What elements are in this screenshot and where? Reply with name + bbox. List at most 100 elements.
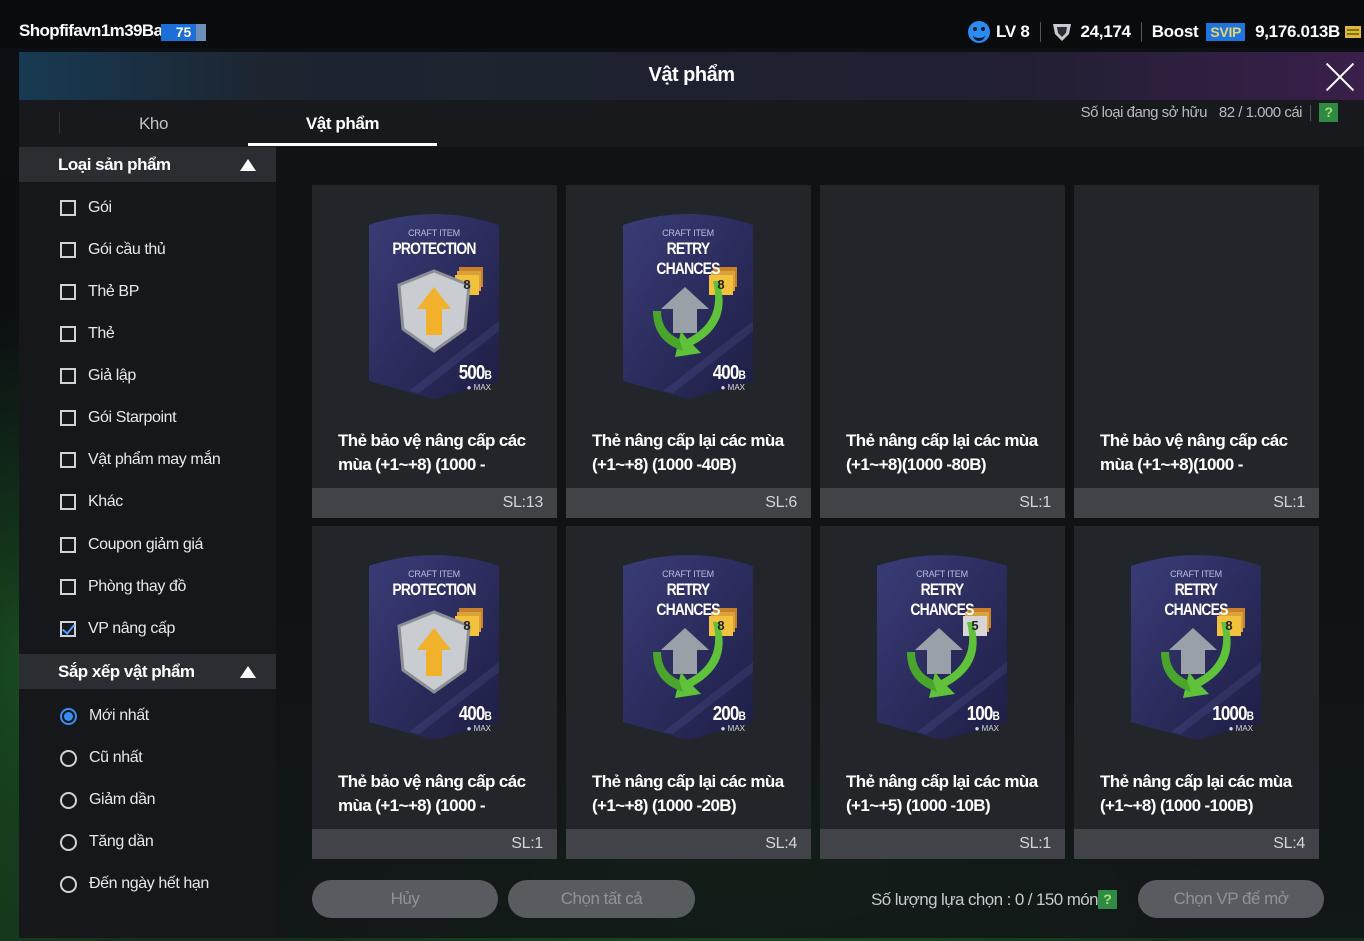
sort-label: Giảm dần bbox=[89, 791, 156, 808]
max-label: ● MAX bbox=[466, 724, 491, 733]
item-card[interactable]: CRAFT ITEM RETRY CHANCES 8 1000B ● MAX Thẻ nâ… bbox=[1074, 526, 1319, 859]
card-value-number: 400 bbox=[712, 362, 740, 384]
filter-goi-starpoint[interactable]: Gói Starpoint bbox=[60, 406, 177, 430]
item-type-label: PROTECTION bbox=[392, 239, 476, 258]
smiley-icon bbox=[968, 21, 991, 43]
item-quantity: SL:13 bbox=[502, 494, 544, 511]
item-card[interactable]: CRAFT ITEM RETRY CHANCES 8 400B ● MAX Thẻ nân… bbox=[566, 185, 811, 518]
radio-selected[interactable] bbox=[60, 707, 77, 725]
item-card[interactable]: CRAFT ITEM RETRY CHANCES 5 100B ● MAX Thẻ nân… bbox=[820, 526, 1065, 859]
filter-vat-pham-may-man[interactable]: Vật phẩm may mắn bbox=[60, 448, 221, 472]
product-type-title: Loại sản phẩm bbox=[58, 155, 171, 174]
open-items-button[interactable]: Chọn VP để mở bbox=[1138, 880, 1324, 918]
card-value: 200B bbox=[712, 703, 746, 726]
card-value-number: 100 bbox=[966, 703, 994, 725]
item-type-label: RETRY CHANCES bbox=[1164, 580, 1228, 619]
item-card[interactable]: Thẻ nâng cấp lại các mùa (+1~+8)(1000 -8… bbox=[820, 185, 1065, 518]
sort-header[interactable]: Sắp xếp vật phẩm bbox=[19, 654, 276, 689]
radio[interactable] bbox=[60, 791, 77, 809]
product-type-header[interactable]: Loại sản phẩm bbox=[19, 147, 276, 182]
sort-newest[interactable]: Mới nhất bbox=[60, 704, 149, 728]
checkbox[interactable] bbox=[60, 452, 76, 468]
item-type-label: RETRY CHANCES bbox=[656, 580, 720, 619]
tab-vat-pham[interactable]: Vật phẩm bbox=[248, 100, 437, 147]
sort-label: Mới nhất bbox=[89, 707, 149, 724]
upgrade-level-badge: 8 bbox=[717, 277, 725, 292]
checkbox[interactable] bbox=[60, 200, 76, 216]
checkbox[interactable] bbox=[60, 368, 76, 384]
card-value-unit: B bbox=[738, 368, 745, 382]
filter-goi[interactable]: Gói bbox=[60, 196, 112, 220]
filter-khac[interactable]: Khác bbox=[60, 490, 123, 514]
item-card[interactable]: CRAFT ITEM PROTECTION 8 500B ● MAX Thẻ bảo vệ… bbox=[312, 185, 557, 518]
filter-sidebar: Loại sản phẩm Gói Gói cầu thủ Thẻ BP Thẻ… bbox=[19, 147, 276, 938]
close-button[interactable] bbox=[1322, 58, 1358, 94]
filter-label: Coupon giảm giá bbox=[88, 536, 203, 553]
tab-kho[interactable]: Kho bbox=[59, 100, 248, 147]
sort-oldest[interactable]: Cũ nhất bbox=[60, 746, 143, 770]
item-footer: SL:13 bbox=[312, 488, 557, 518]
filter-label: Vật phẩm may mắn bbox=[88, 451, 221, 468]
filter-coupon[interactable]: Coupon giảm giá bbox=[60, 533, 203, 557]
checkbox[interactable] bbox=[60, 494, 76, 510]
checkbox[interactable] bbox=[60, 579, 76, 595]
item-card[interactable]: Thẻ bảo vệ nâng cấp các mùa (+1~+8)(1000… bbox=[1074, 185, 1319, 518]
radio[interactable] bbox=[60, 749, 77, 767]
craft-item-label: CRAFT ITEM bbox=[662, 228, 714, 238]
filter-the-bp[interactable]: Thẻ BP bbox=[60, 280, 139, 304]
checkbox[interactable] bbox=[60, 326, 76, 342]
radio[interactable] bbox=[60, 875, 77, 893]
card-value-unit: B bbox=[992, 709, 999, 723]
card-value-number: 200 bbox=[712, 703, 740, 725]
boost-label: Boost bbox=[1151, 22, 1199, 41]
checkbox-checked[interactable] bbox=[60, 621, 76, 637]
card-value: 100B bbox=[966, 703, 1000, 726]
sort-ascending[interactable]: Tăng dần bbox=[60, 830, 154, 854]
card-value-unit: B bbox=[484, 709, 491, 723]
card-value: 1000B bbox=[1212, 703, 1254, 726]
filter-vp-nang-cap[interactable]: VP nâng cấp bbox=[60, 617, 175, 641]
sort-expiry[interactable]: Đến ngày hết hạn bbox=[60, 872, 209, 896]
item-type-label: RETRY CHANCES bbox=[910, 580, 974, 619]
item-card[interactable]: CRAFT ITEM PROTECTION 8 400B ● MAX Thẻ bảo vệ… bbox=[312, 526, 557, 859]
craft-item-label: CRAFT ITEM bbox=[1170, 569, 1222, 579]
item-footer: SL:4 bbox=[566, 829, 811, 859]
craft-item-label: CRAFT ITEM bbox=[662, 569, 714, 579]
radio[interactable] bbox=[60, 833, 77, 851]
max-label: ● MAX bbox=[720, 383, 745, 392]
help-button[interactable]: ? bbox=[1319, 103, 1338, 122]
item-name: Thẻ bảo vệ nâng cấp các mùa (+1~+8) (100… bbox=[338, 431, 526, 474]
collapse-arrow-icon bbox=[240, 666, 256, 678]
checkbox[interactable] bbox=[60, 284, 76, 300]
sort-descending[interactable]: Giảm dần bbox=[60, 788, 156, 812]
item-quantity: SL:1 bbox=[1019, 494, 1051, 511]
filter-goi-cau-thu[interactable]: Gói cầu thủ bbox=[60, 238, 166, 262]
card-value: 400B bbox=[459, 703, 492, 726]
card-value: 500B bbox=[459, 362, 492, 385]
item-quantity: SL:1 bbox=[511, 835, 543, 852]
upgrade-level-badge: 8 bbox=[463, 618, 471, 633]
filter-label: VP nâng cấp bbox=[88, 620, 175, 637]
item-card[interactable]: CRAFT ITEM RETRY CHANCES 8 200B ● MAX Thẻ nân… bbox=[566, 526, 811, 859]
select-all-button[interactable]: Chọn tất cả bbox=[508, 880, 695, 918]
filter-phong-thay-do[interactable]: Phòng thay đồ bbox=[60, 575, 186, 599]
checkbox[interactable] bbox=[60, 410, 76, 426]
filter-gia-lap[interactable]: Giả lập bbox=[60, 364, 136, 388]
sort-label: Tăng dần bbox=[89, 833, 154, 850]
filter-label: Phòng thay đồ bbox=[88, 578, 186, 595]
item-name: Thẻ nâng cấp lại các mùa (+1~+8) (1000 -… bbox=[592, 772, 784, 815]
sort-label: Đến ngày hết hạn bbox=[89, 875, 209, 892]
username: Shopfifavn1m39Ba bbox=[19, 21, 163, 40]
card-value-number: 1000 bbox=[1212, 703, 1247, 725]
checkbox[interactable] bbox=[60, 242, 76, 258]
checkbox[interactable] bbox=[60, 537, 76, 553]
filter-label: Thẻ bbox=[88, 325, 115, 342]
bp-value: 9,176.013B bbox=[1255, 22, 1340, 41]
item-quantity: SL:6 bbox=[765, 494, 797, 511]
cancel-button[interactable]: Hủy bbox=[312, 880, 498, 918]
sort-title: Sắp xếp vật phẩm bbox=[58, 662, 195, 681]
top-status-bar: Shopfifavn1m39Ba 75 LV 8 24,174 Boost SV… bbox=[0, 0, 1364, 48]
selection-help-button[interactable]: ? bbox=[1098, 890, 1117, 909]
item-name: Thẻ bảo vệ nâng cấp các mùa (+1~+8)(1000… bbox=[1100, 431, 1288, 474]
filter-the[interactable]: Thẻ bbox=[60, 322, 115, 346]
